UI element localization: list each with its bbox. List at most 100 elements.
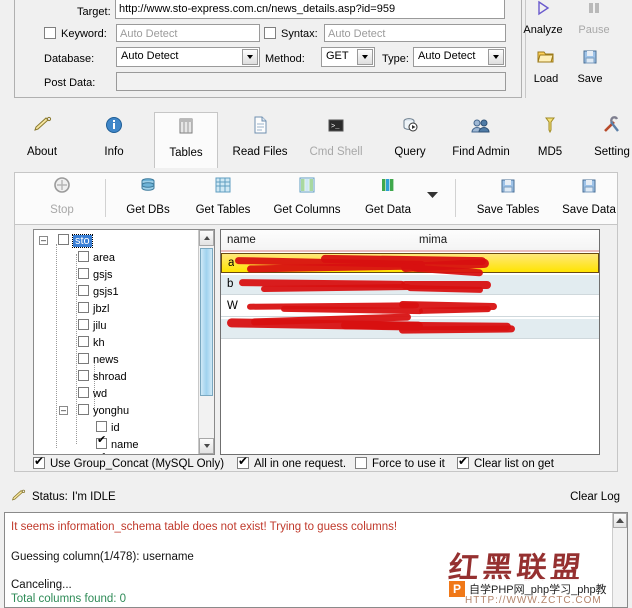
get-tables-label: Get Tables: [195, 204, 251, 216]
watermark-badge-bar: P 自学PHP网_php学习_php教: [449, 579, 611, 599]
chevron-down-icon[interactable]: [242, 49, 258, 65]
save-tables-label: Save Tables: [476, 204, 540, 216]
tree-node-mima[interactable]: mima: [97, 451, 106, 454]
tree-node-news[interactable]: news: [78, 352, 119, 369]
clear-log-button[interactable]: Clear Log: [570, 491, 620, 503]
log-scrollbar[interactable]: [612, 513, 627, 607]
tree-label-area: area: [93, 252, 116, 264]
chevron-down-icon[interactable]: [357, 49, 373, 65]
clear-list-on-get-checkbox[interactable]: [457, 454, 469, 469]
tab-cmd-shell[interactable]: >_ Cmd Shell: [298, 112, 374, 168]
database-tree[interactable]: – sto area gsjs gsjs1 jbzl jilu kh news …: [33, 229, 215, 455]
grid-column-header-name[interactable]: name: [227, 234, 256, 246]
get-data-dropdown[interactable]: [421, 187, 443, 201]
tree-label-gsjs: gsjs: [93, 269, 113, 281]
data-bars-icon: [357, 176, 419, 202]
tab-tables[interactable]: Tables: [154, 112, 218, 168]
tree-checkbox-gsjs[interactable]: [78, 268, 89, 279]
force-to-use-it-checkbox[interactable]: [355, 457, 367, 469]
syntax-input[interactable]: Auto Detect: [324, 24, 506, 42]
syntax-checkbox[interactable]: [264, 27, 276, 39]
all-in-one-request-checkbox[interactable]: [237, 454, 249, 469]
tab-info[interactable]: Info: [82, 112, 146, 168]
tree-node-sto[interactable]: sto: [58, 233, 93, 250]
tab-md5[interactable]: MD5: [518, 112, 582, 168]
tree-checkbox-area[interactable]: [78, 251, 89, 262]
grid-column-header-mima[interactable]: mima: [419, 234, 447, 246]
floppy-disk-icon: [553, 176, 625, 202]
tree-checkbox-wd[interactable]: [78, 387, 89, 398]
tree-checkbox-jilu[interactable]: [78, 319, 89, 330]
cell-name: W: [227, 300, 238, 312]
tree-scrollbar-thumb[interactable]: [200, 248, 213, 396]
caret-up-icon[interactable]: [613, 513, 627, 528]
tree-checkbox-yonghu[interactable]: [78, 404, 89, 415]
save-tables-button[interactable]: Save Tables: [467, 176, 549, 216]
keyword-input[interactable]: Auto Detect: [116, 24, 260, 42]
get-tables-button[interactable]: Get Tables: [187, 176, 259, 216]
type-select[interactable]: Auto Detect: [413, 47, 506, 67]
pause-button[interactable]: Pause: [572, 0, 616, 36]
tree-node-gsjs[interactable]: gsjs: [78, 267, 113, 284]
database-select[interactable]: Auto Detect: [116, 47, 260, 67]
tree-guide-line: [76, 254, 77, 444]
option-use-group-concat[interactable]: Use Group_Concat (MySQL Only): [33, 454, 224, 470]
tree-label-jbzl: jbzl: [93, 303, 110, 315]
main-tab-strip: About Info Tables Read Files >_ Cmd Shel…: [0, 112, 632, 170]
chevron-down-icon[interactable]: [488, 49, 504, 65]
option-all-in-one-request[interactable]: All in one request.: [237, 454, 346, 470]
tree-checkbox-sto[interactable]: [58, 234, 69, 245]
tree-checkbox-kh[interactable]: [78, 336, 89, 347]
tab-find-admin[interactable]: Find Admin: [440, 112, 522, 168]
tree-checkbox-jbzl[interactable]: [78, 302, 89, 313]
option-force-to-use-it[interactable]: Force to use it: [355, 457, 445, 470]
scroll-up-icon[interactable]: [199, 230, 214, 246]
log-output[interactable]: It seems information_schema table does n…: [4, 512, 628, 608]
tab-query[interactable]: Query: [378, 112, 442, 168]
log-line: Guessing column(1/478): username: [11, 551, 194, 563]
tree-scrollbar[interactable]: [198, 230, 214, 454]
get-columns-button[interactable]: Get Columns: [267, 176, 347, 216]
tree-checkbox-name[interactable]: [96, 434, 107, 449]
tree-label-jilu: jilu: [93, 320, 107, 332]
tree-node-wd[interactable]: wd: [78, 386, 107, 403]
get-data-button[interactable]: Get Data: [357, 176, 419, 216]
tree-node-shroad[interactable]: shroad: [78, 369, 127, 386]
results-data-grid[interactable]: name mima a b W: [220, 229, 600, 455]
tree-node-area[interactable]: area: [78, 250, 115, 267]
tree-label-shroad: shroad: [93, 371, 127, 383]
option-clear-list-on-get[interactable]: Clear list on get: [457, 454, 554, 470]
scroll-down-icon[interactable]: [199, 438, 214, 454]
tab-about[interactable]: About: [10, 112, 74, 168]
folder-open-icon: [524, 47, 568, 73]
database-label: Database:: [44, 53, 95, 65]
tab-setting-label: Setting: [594, 146, 630, 158]
analyze-button[interactable]: Analyze: [521, 0, 565, 36]
method-select[interactable]: GET: [321, 47, 375, 67]
tree-expander-root[interactable]: –: [39, 236, 48, 245]
tree-checkbox-news[interactable]: [78, 353, 89, 364]
tree-node-yonghu[interactable]: yonghu: [78, 403, 129, 420]
post-data-input[interactable]: [116, 72, 506, 91]
save-button[interactable]: Save: [568, 47, 612, 85]
tree-checkbox-shroad[interactable]: [78, 370, 89, 381]
use-group-concat-checkbox[interactable]: [33, 454, 45, 469]
tree-node-jilu[interactable]: jilu: [78, 318, 106, 335]
toolbar-divider-2: [455, 179, 456, 217]
tree-node-jbzl[interactable]: jbzl: [78, 301, 110, 318]
pause-icon: [572, 0, 616, 24]
database-value: Auto Detect: [121, 50, 179, 62]
tree-checkbox-gsjs1[interactable]: [78, 285, 89, 296]
target-input[interactable]: http://www.sto-express.com.cn/news_detai…: [115, 0, 505, 19]
get-dbs-button[interactable]: Get DBs: [118, 176, 178, 216]
tree-expander-yonghu[interactable]: –: [59, 406, 68, 415]
load-button[interactable]: Load: [524, 47, 568, 85]
tab-setting[interactable]: Setting: [580, 112, 632, 168]
tree-node-gsjs1[interactable]: gsjs1: [78, 284, 119, 301]
stop-button[interactable]: Stop: [37, 176, 87, 216]
tree-node-kh[interactable]: kh: [78, 335, 105, 352]
keyword-checkbox[interactable]: [44, 27, 56, 39]
tree-checkbox-id[interactable]: [96, 421, 107, 432]
save-data-button[interactable]: Save Data: [553, 176, 625, 216]
tab-read-files[interactable]: Read Files: [222, 112, 298, 168]
